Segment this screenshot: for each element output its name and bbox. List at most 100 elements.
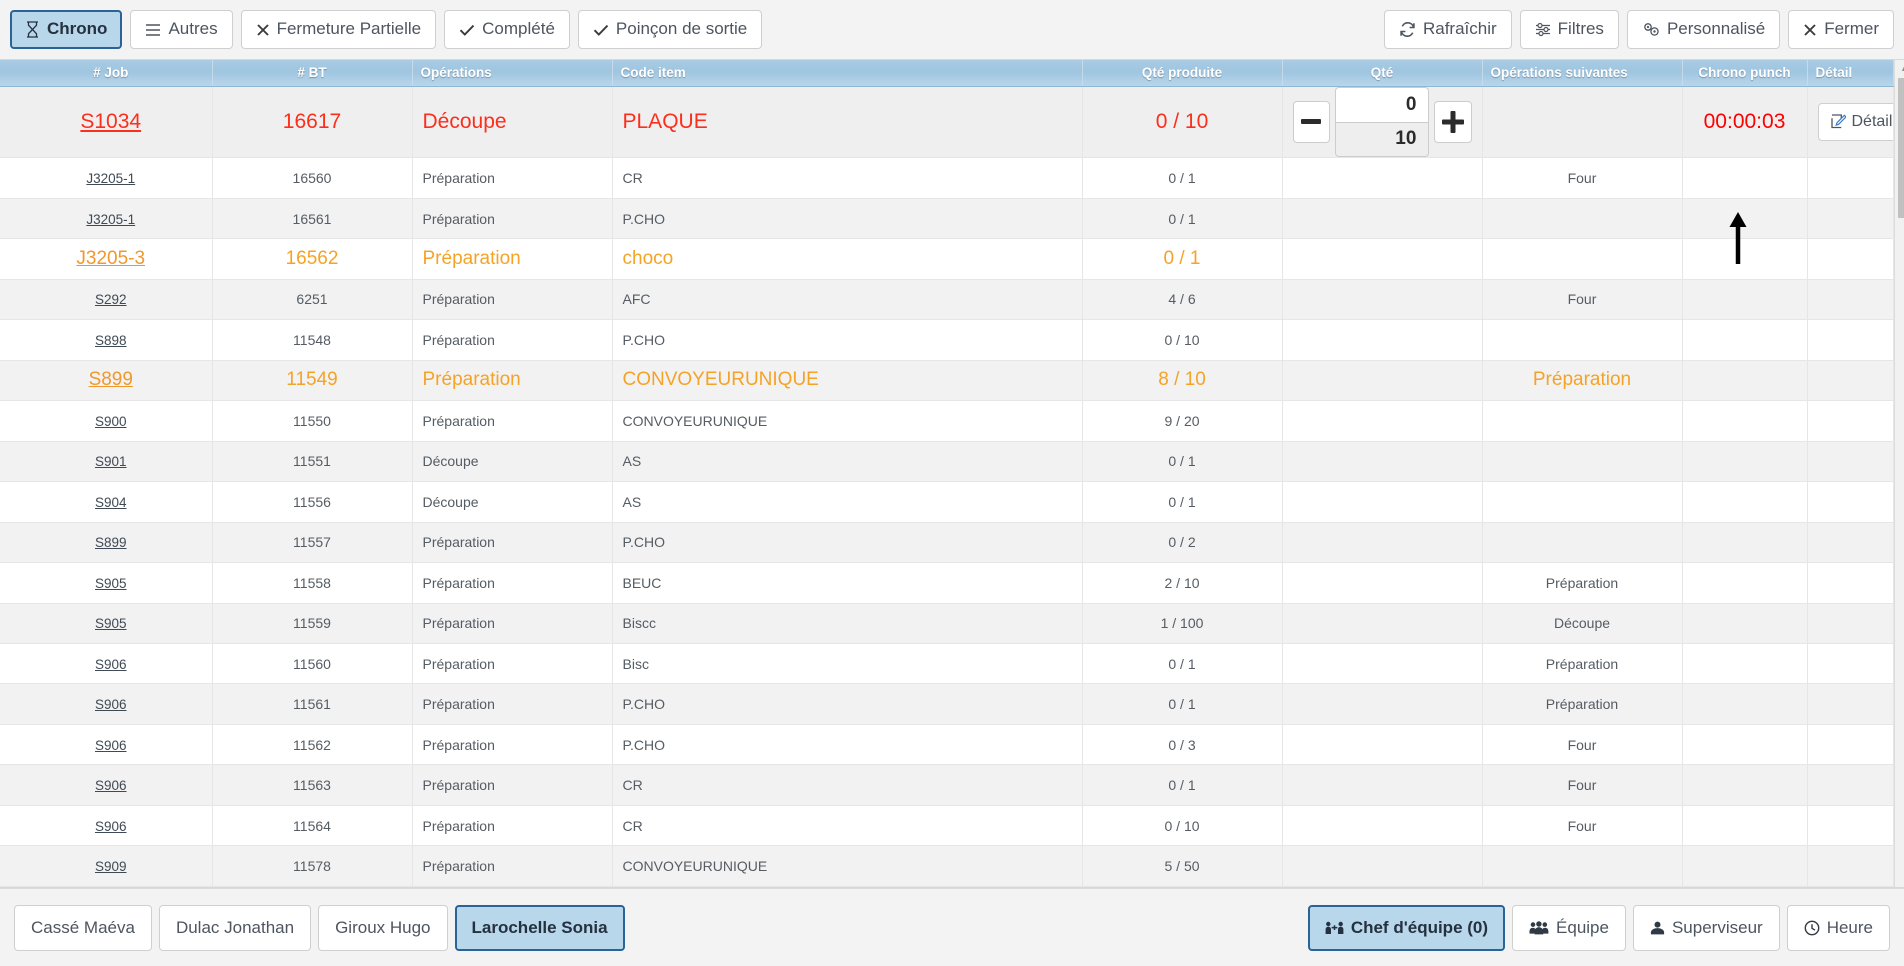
job-link[interactable]: S898 <box>95 333 127 348</box>
customize-button[interactable]: Personnalisé <box>1626 10 1781 49</box>
table-row[interactable]: S899 11549 Préparation CONVOYEURUNIQUE 8 / 1… <box>0 360 1894 402</box>
header-chrono-punch[interactable]: Chrono punch <box>1682 60 1808 87</box>
menu-icon <box>145 23 161 37</box>
cell-operations-suivantes: Four <box>1482 157 1683 199</box>
table-row[interactable]: S901 11551 Découpe AS 0 / 1 <box>0 441 1894 483</box>
increment-button[interactable] <box>1434 100 1472 143</box>
job-link[interactable]: S909 <box>95 859 127 874</box>
job-link[interactable]: J3205-1 <box>86 212 135 227</box>
scroll-up-icon[interactable]: ▲ <box>1894 60 1904 76</box>
cell-job[interactable]: S906 <box>10 805 213 847</box>
tab-autres[interactable]: Autres <box>130 10 233 49</box>
job-link[interactable]: S906 <box>95 697 127 712</box>
table-row[interactable]: S1034 16617 Découpe PLAQUE 0 / 10 0 10 00:00:03… <box>0 86 1894 159</box>
header-qte[interactable]: Qté <box>1282 60 1483 87</box>
table-row[interactable]: J3205-1 16560 Préparation CR 0 / 1 Four <box>0 157 1894 199</box>
vertical-scrollbar[interactable]: ▲ <box>1893 60 1904 887</box>
quantity-stepper[interactable]: 0 10 <box>1292 86 1472 157</box>
table-row[interactable]: S900 11550 Préparation CONVOYEURUNIQUE 9 / 2… <box>0 400 1894 442</box>
cell-operation: Préparation <box>412 279 613 321</box>
table-row[interactable]: S905 11558 Préparation BEUC 2 / 10 Préparatio… <box>0 562 1894 604</box>
job-link[interactable]: S899 <box>95 535 127 550</box>
cell-job[interactable]: S899 <box>10 522 213 564</box>
cell-job[interactable]: J3205-1 <box>10 198 213 240</box>
table-row[interactable]: S292 6251 Préparation AFC 4 / 6 Four <box>0 279 1894 321</box>
table-row[interactable]: S909 11578 Préparation CONVOYEURUNIQUE 5 / 5… <box>0 845 1894 887</box>
table-row[interactable]: J3205-3 16562 Préparation choco 0 / 1 <box>0 238 1894 280</box>
table-row[interactable]: J3205-1 16561 Préparation P.CHO 0 / 1 <box>0 198 1894 240</box>
cell-bt: 11558 <box>212 562 413 604</box>
table-row[interactable]: S898 11548 Préparation P.CHO 0 / 10 <box>0 319 1894 361</box>
cell-job[interactable]: S905 <box>10 603 213 644</box>
chef-equipe-button[interactable]: Chef d'équipe (0) <box>1307 904 1506 951</box>
scrollbar-thumb[interactable] <box>1898 78 1904 218</box>
cell-job[interactable]: S904 <box>10 481 213 523</box>
cell-job[interactable]: J3205-1 <box>10 157 213 199</box>
employee-button-1[interactable]: Dulac Jonathan <box>158 904 312 951</box>
cell-job[interactable]: S899 <box>10 360 213 402</box>
cell-job[interactable]: J3205-3 <box>10 238 213 280</box>
table-row[interactable]: S904 11556 Découpe AS 0 / 1 <box>0 481 1894 523</box>
job-link[interactable]: S900 <box>95 414 127 429</box>
cell-job[interactable]: S905 <box>10 562 213 604</box>
job-link[interactable]: S906 <box>95 778 127 793</box>
row-detail-button[interactable]: Détail <box>1817 102 1892 141</box>
equipe-button[interactable]: Équipe <box>1512 904 1626 951</box>
header-code-item[interactable]: Code item <box>612 60 1083 87</box>
table-row[interactable]: S906 11561 Préparation P.CHO 0 / 1 Préparatio… <box>0 683 1894 725</box>
job-link[interactable]: J3205-1 <box>86 171 135 186</box>
job-link[interactable]: S906 <box>95 819 127 834</box>
job-link[interactable]: S292 <box>95 292 127 307</box>
cell-job[interactable]: S898 <box>10 319 213 361</box>
table-row[interactable]: S906 11564 Préparation CR 0 / 10 Four <box>0 805 1894 847</box>
job-link[interactable]: S1034 <box>80 110 141 133</box>
decrement-button[interactable] <box>1292 100 1330 143</box>
header-detail[interactable]: Détail <box>1807 60 1894 87</box>
header-qte-produite[interactable]: Qté produite <box>1082 60 1283 87</box>
cell-job[interactable]: S909 <box>10 845 213 887</box>
table-row[interactable]: S905 11559 Préparation Biscc 1 / 100 Découpe <box>0 603 1894 644</box>
cell-detail <box>1807 643 1894 685</box>
job-link[interactable]: S901 <box>95 454 127 469</box>
header-job[interactable]: # Job <box>10 60 213 87</box>
cell-job[interactable]: S901 <box>10 441 213 483</box>
job-link[interactable]: S905 <box>95 616 127 631</box>
superviseur-button[interactable]: Superviseur <box>1632 904 1780 951</box>
job-link[interactable]: S906 <box>95 657 127 672</box>
job-link[interactable]: S905 <box>95 576 127 591</box>
filters-button[interactable]: Filtres <box>1519 10 1619 49</box>
cell-job[interactable]: S906 <box>10 683 213 725</box>
table-row[interactable]: S906 11560 Préparation Bisc 0 / 1 Préparation <box>0 643 1894 685</box>
employee-button-0[interactable]: Cassé Maéva <box>14 904 152 951</box>
job-link[interactable]: S906 <box>95 738 127 753</box>
tab-poincon-de-sortie[interactable]: Poinçon de sortie <box>577 10 763 49</box>
cell-chrono-punch: 00:00:03 <box>1682 86 1808 159</box>
tab-fermeture-partielle[interactable]: Fermeture Partielle <box>240 10 437 49</box>
cell-qte-produite: 0 / 1 <box>1082 441 1283 483</box>
job-link[interactable]: S904 <box>95 495 127 510</box>
cell-job[interactable]: S1034 <box>10 86 213 159</box>
tab-chrono[interactable]: Chrono <box>10 10 123 49</box>
header-operations[interactable]: Opérations <box>412 60 613 87</box>
table-row[interactable]: S906 11563 Préparation CR 0 / 1 Four <box>0 764 1894 806</box>
heure-button[interactable]: Heure <box>1786 904 1890 951</box>
job-link[interactable]: J3205-3 <box>76 248 145 269</box>
quantity-input[interactable]: 0 <box>1334 86 1430 123</box>
cell-job[interactable]: S900 <box>10 400 213 442</box>
close-button[interactable]: Fermer <box>1788 10 1894 49</box>
employee-button-3[interactable]: Larochelle Sonia <box>454 904 625 951</box>
cell-job[interactable]: S906 <box>10 764 213 806</box>
cell-job[interactable]: S906 <box>10 724 213 766</box>
job-link[interactable]: S899 <box>89 369 133 390</box>
tab-complete[interactable]: Complété <box>444 10 570 49</box>
header-operations-suivantes[interactable]: Opérations suivantes <box>1482 60 1683 87</box>
cell-job[interactable]: S292 <box>10 279 213 321</box>
refresh-button[interactable]: Rafraîchir <box>1383 10 1512 49</box>
cell-job[interactable]: S906 <box>10 643 213 685</box>
header-bt[interactable]: # BT <box>212 60 413 87</box>
table-row[interactable]: S899 11557 Préparation P.CHO 0 / 2 <box>0 522 1894 564</box>
table-row[interactable]: S906 11562 Préparation P.CHO 0 / 3 Four <box>0 724 1894 766</box>
cell-bt: 16562 <box>212 238 413 280</box>
cell-operations-suivantes <box>1482 522 1683 564</box>
employee-button-2[interactable]: Giroux Hugo <box>318 904 448 951</box>
